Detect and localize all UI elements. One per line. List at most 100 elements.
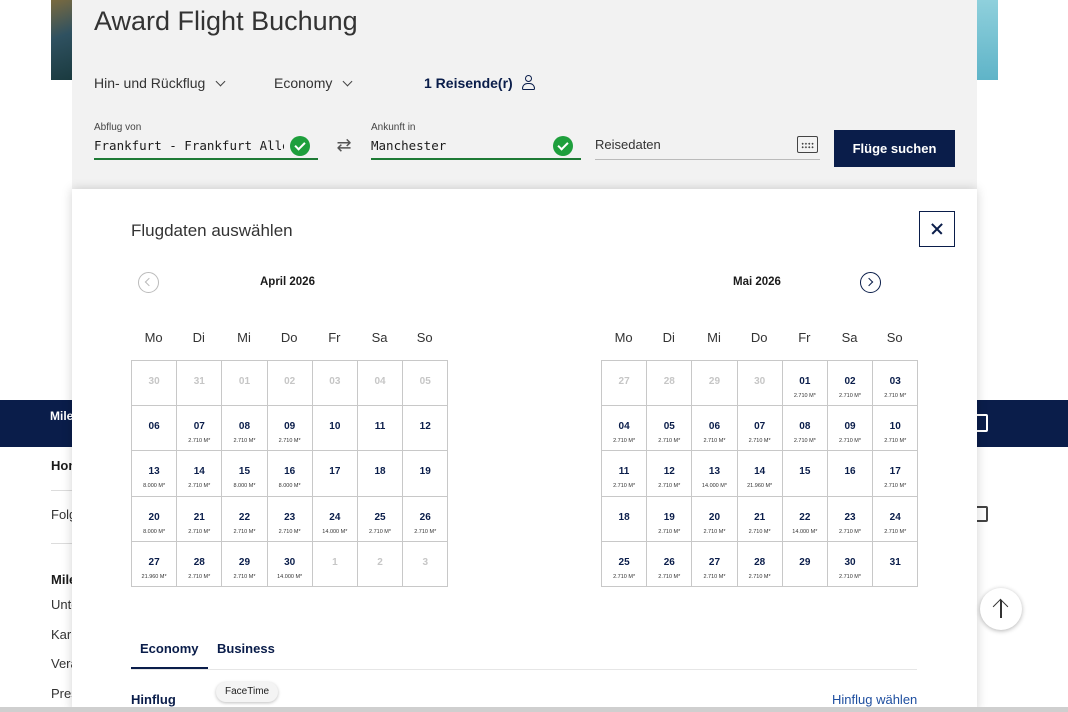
calendar-day[interactable]: 30 2.710 M*	[827, 541, 874, 587]
calendar-day: 31	[177, 361, 223, 407]
calendar-day[interactable]: 21 2.710 M*	[737, 496, 783, 542]
departure-input[interactable]: Frankfurt - Frankfurt Alle Flughäfen	[94, 132, 318, 160]
calendar-day[interactable]: 03 2.710 M*	[873, 361, 919, 407]
miles-price: 2.710 M*	[278, 528, 301, 535]
day-number: 17	[329, 466, 341, 478]
bg-home-link[interactable]: Home	[51, 458, 73, 473]
calendar-day[interactable]: 08 2.710 M*	[782, 406, 828, 452]
bg-footer-link[interactable]: Karriere	[51, 627, 73, 642]
day-number: 04	[618, 421, 630, 433]
calendar-day[interactable]: 18	[602, 496, 648, 542]
calendar-day[interactable]: 17	[312, 451, 358, 497]
calendar-day[interactable]: 12 2.710 M*	[647, 451, 693, 497]
bg-footer-link[interactable]: Presse	[51, 686, 73, 701]
calendar-day[interactable]: 18	[357, 451, 404, 497]
travel-dates-input[interactable]: Reisedaten	[595, 130, 820, 160]
calendar-day[interactable]: 28 2.710 M*	[737, 541, 783, 587]
calendar-day[interactable]: 25 2.710 M*	[357, 496, 404, 542]
calendar-day[interactable]: 23 2.710 M*	[827, 496, 874, 542]
calendar-day[interactable]: 22 2.710 M*	[222, 496, 268, 542]
calendar-day[interactable]: 15 8.000 M*	[222, 451, 268, 497]
calendar-day[interactable]: 04 2.710 M*	[602, 406, 648, 452]
miles-price: 14.000 M*	[322, 528, 348, 535]
calendar-day[interactable]: 27 2.710 M*	[692, 541, 738, 587]
calendar-day[interactable]: 16 8.000 M*	[267, 451, 313, 497]
calendar-day[interactable]: 12	[403, 406, 449, 452]
travellers-selector[interactable]: 1 Reisende(r)	[424, 75, 538, 91]
bg-footer-link[interactable]: Verantwortung	[51, 656, 73, 671]
calendar-day[interactable]: 27 21.960 M*	[132, 541, 178, 587]
swap-icon[interactable]: ⇄	[334, 135, 354, 155]
close-button[interactable]	[919, 211, 955, 247]
calendar-day[interactable]: 17 2.710 M*	[873, 451, 919, 497]
calendar-day[interactable]: 09 2.710 M*	[267, 406, 313, 452]
calendar-day[interactable]: 10	[312, 406, 358, 452]
miles-price: 2.710 M*	[703, 573, 726, 580]
calendar-day[interactable]: 21 2.710 M*	[177, 496, 223, 542]
calendar-day[interactable]: 24 14.000 M*	[312, 496, 358, 542]
day-number: 2	[377, 556, 383, 568]
calendar-day[interactable]: 26 2.710 M*	[647, 541, 693, 587]
tab-economy[interactable]: Economy	[140, 641, 199, 656]
calendar-day[interactable]: 11 2.710 M*	[602, 451, 648, 497]
day-number: 05	[663, 421, 675, 433]
calendar-day[interactable]: 14 2.710 M*	[177, 451, 223, 497]
calendar-day[interactable]: 16	[827, 451, 874, 497]
cabin-dropdown[interactable]: Economy	[274, 75, 353, 91]
calendar-day[interactable]: 20 8.000 M*	[132, 496, 178, 542]
calendar-day[interactable]: 29 2.710 M*	[222, 541, 268, 587]
calendar-day[interactable]: 23 2.710 M*	[267, 496, 313, 542]
calendar-day[interactable]: 25 2.710 M*	[602, 541, 648, 587]
calendar-day[interactable]: 31	[873, 541, 919, 587]
arrival-input[interactable]: Manchester	[371, 132, 581, 160]
day-number: 03	[329, 376, 341, 387]
select-outbound-link[interactable]: Hinflug wählen	[832, 692, 917, 707]
weekday-label: Mi	[237, 330, 251, 345]
calendar-day[interactable]: 13 14.000 M*	[692, 451, 738, 497]
trip-type-dropdown[interactable]: Hin- und Rückflug	[94, 75, 226, 91]
weekday-label: Fr	[328, 330, 341, 345]
scroll-to-top-button[interactable]	[980, 588, 1022, 630]
miles-price: 2.710 M*	[703, 528, 726, 535]
calendar-day[interactable]: 07 2.710 M*	[737, 406, 783, 452]
calendar-day[interactable]: 09 2.710 M*	[827, 406, 874, 452]
calendar-day[interactable]: 13 8.000 M*	[132, 451, 178, 497]
calendar-day[interactable]: 02 2.710 M*	[827, 361, 874, 407]
calendar-day[interactable]: 29	[782, 541, 828, 587]
day-number: 05	[419, 376, 431, 387]
date-picker-modal: Flugdaten auswählen April 2026 Mai 2026 …	[72, 189, 977, 712]
calendar-day[interactable]: 08 2.710 M*	[222, 406, 268, 452]
next-month-button[interactable]	[860, 272, 881, 293]
calendar-day[interactable]: 06 2.710 M*	[692, 406, 738, 452]
calendar-day[interactable]: 30 14.000 M*	[267, 541, 313, 587]
calendar-day[interactable]: 05 2.710 M*	[647, 406, 693, 452]
departure-value: Frankfurt - Frankfurt Alle Flughäfen	[94, 137, 284, 153]
calendar-day[interactable]: 28 2.710 M*	[177, 541, 223, 587]
calendar-day[interactable]: 19	[403, 451, 449, 497]
day-number: 27	[708, 556, 721, 568]
calendar-day[interactable]: 22 14.000 M*	[782, 496, 828, 542]
calendar-day[interactable]: 11	[357, 406, 404, 452]
calendar-day[interactable]: 10 2.710 M*	[873, 406, 919, 452]
tab-business[interactable]: Business	[217, 641, 275, 656]
miles-price: 2.710 M*	[278, 438, 301, 445]
site-brand[interactable]: Miles & More	[50, 410, 74, 422]
search-flights-button[interactable]: Flüge suchen	[834, 130, 955, 167]
calendar-day[interactable]: 01 2.710 M*	[782, 361, 828, 407]
day-number: 10	[889, 421, 901, 433]
miles-price: 2.710 M*	[233, 573, 256, 580]
calendar-day[interactable]: 26 2.710 M*	[403, 496, 449, 542]
miles-price: 8.000 M*	[278, 483, 301, 490]
day-number: 27	[618, 376, 630, 387]
calendar-day[interactable]: 20 2.710 M*	[692, 496, 738, 542]
calendar-day[interactable]: 07 2.710 M*	[177, 406, 223, 452]
calendar-day[interactable]: 14 21.960 M*	[737, 451, 783, 497]
calendar-day[interactable]: 06	[132, 406, 178, 452]
calendar-day: 30	[737, 361, 783, 407]
miles-price: 2.710 M*	[613, 573, 636, 580]
calendar-day[interactable]: 24 2.710 M*	[873, 496, 919, 542]
bg-footer-link[interactable]: Unternehmen	[51, 597, 73, 612]
previous-month-button[interactable]	[138, 272, 159, 293]
calendar-day[interactable]: 19 2.710 M*	[647, 496, 693, 542]
calendar-day[interactable]: 15	[782, 451, 828, 497]
